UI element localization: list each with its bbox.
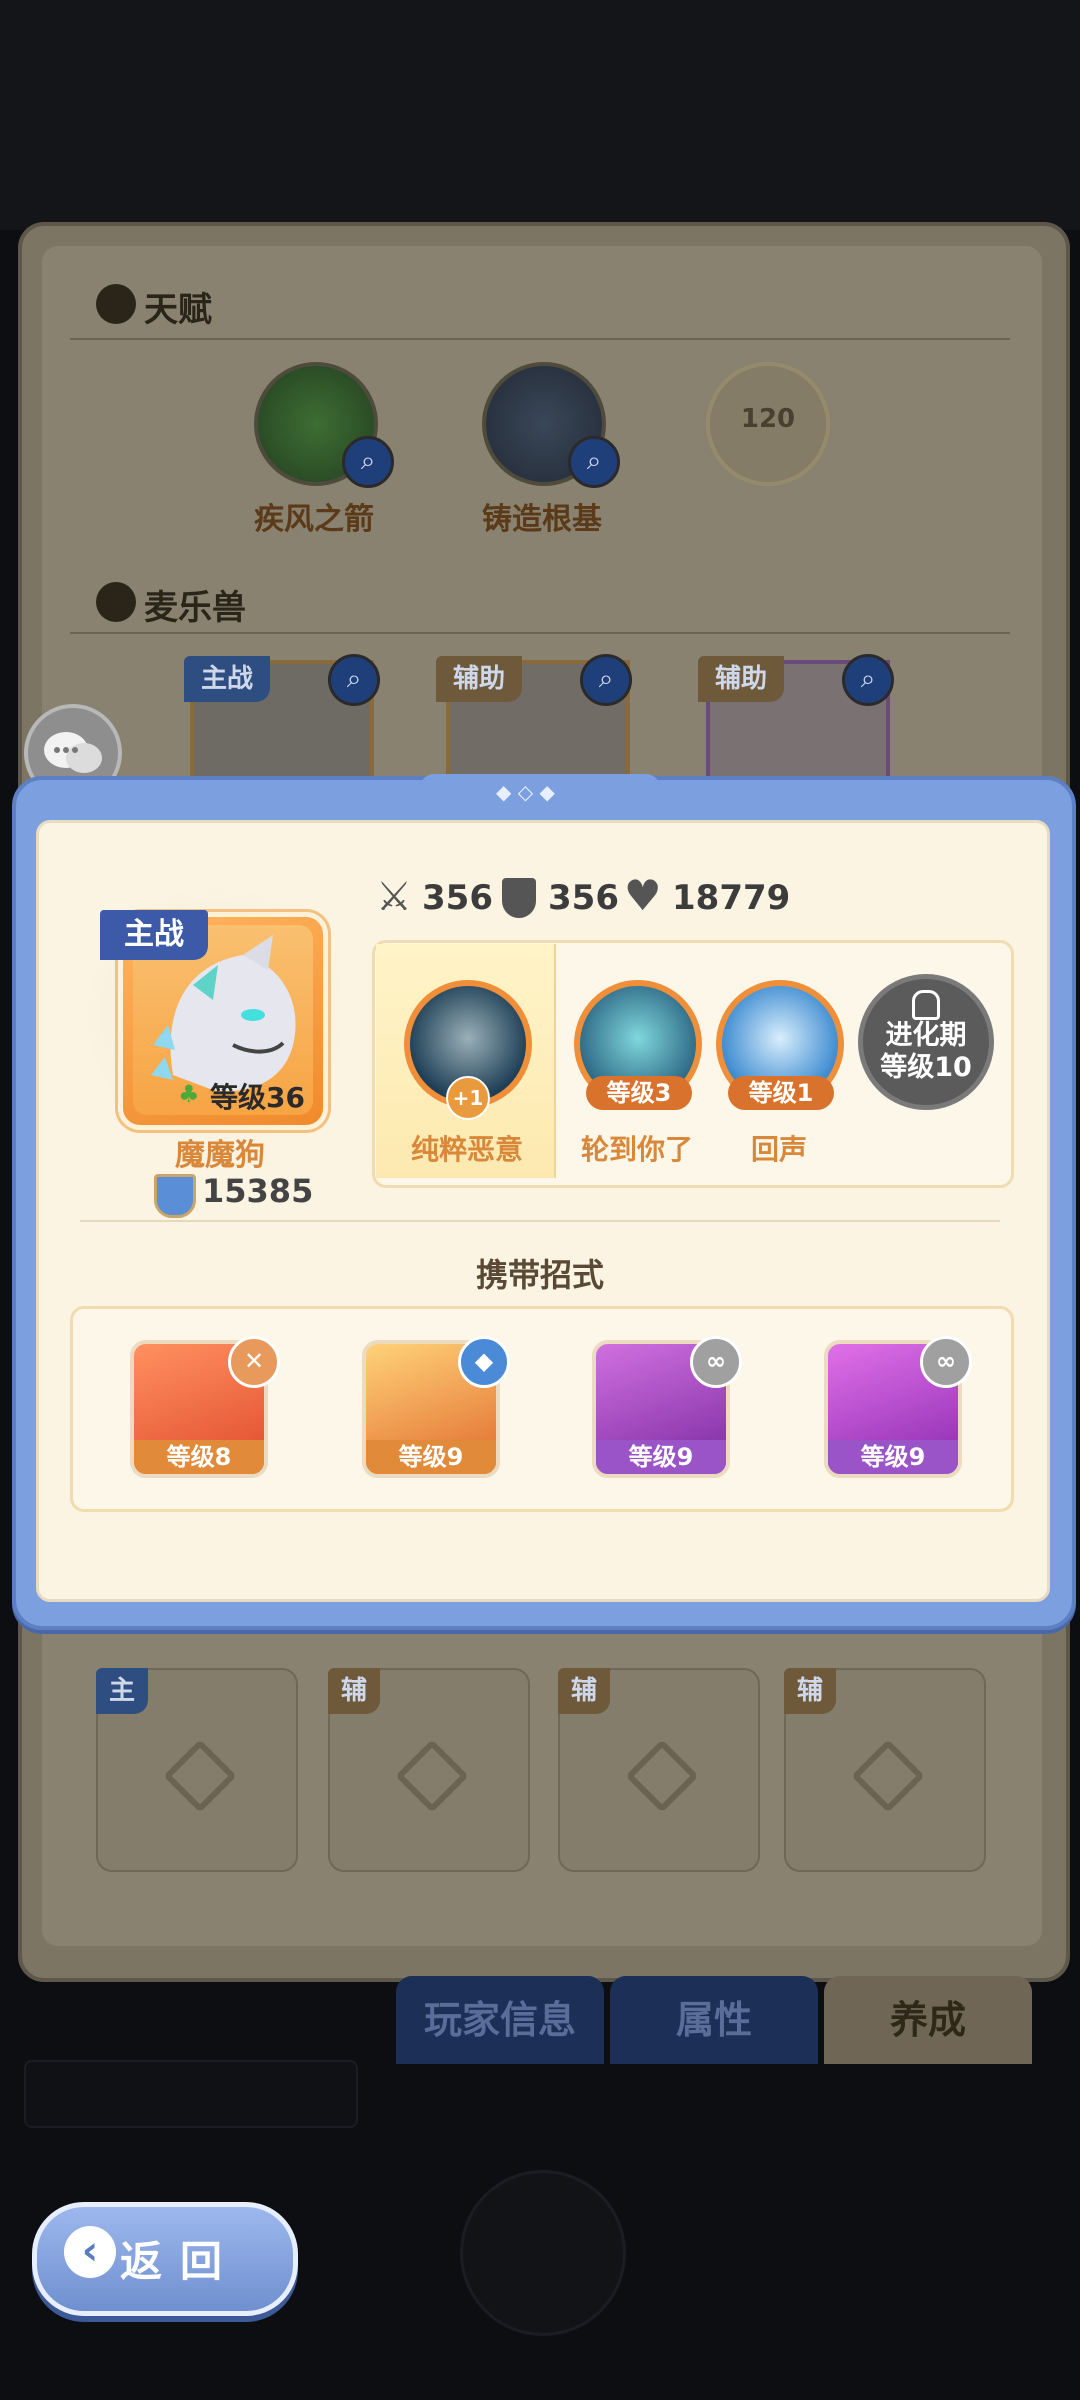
divider [80,1220,1000,1222]
talent-unlock-level: 120 [740,404,796,434]
formation-slot-tag: 辅 [784,1668,836,1714]
talent-label: 铸造根基 [482,502,602,537]
talent-section-icon [96,284,136,324]
pet-slot-tag: 辅助 [698,656,784,702]
pet-slot-tag: 辅助 [436,656,522,702]
attack-type-icon: ✕ [228,1336,280,1388]
formation-slot-tag: 辅 [328,1668,380,1714]
pet-level: 等级36 [210,1081,305,1114]
move-level: 等级8 [134,1440,264,1474]
background-bar [24,2060,358,2128]
skill-level: 等级1 [728,1076,834,1110]
sprout-icon: ♣ [178,1080,200,1108]
search-icon[interactable]: ⌕ [328,654,380,706]
formation-slot-tag: 辅 [558,1668,610,1714]
chain-type-icon: ∞ [920,1336,972,1388]
tab-attributes[interactable]: 属性 [610,1976,818,2064]
skill-name: 纯粹恶意 [410,1133,523,1166]
power-value: 15385 [202,1172,314,1210]
formation-slot-tag: 主 [96,1668,148,1714]
search-icon[interactable]: ⌕ [342,436,394,488]
tab-player-info[interactable]: 玩家信息 [396,1976,604,2064]
carried-moves-title: 携带招式 [475,1256,604,1294]
power-shield-icon [154,1174,196,1218]
attack-icon: ⚔ [376,874,412,920]
pet-slot-tag: 主战 [184,656,270,702]
hp-heart-icon: ♥ [624,871,662,920]
pets-section-icon [96,582,136,622]
locked-line-2: 等级10 [880,1052,972,1083]
skill-level: 等级3 [586,1076,692,1110]
defense-icon [502,878,536,918]
search-icon[interactable]: ⌕ [568,436,620,488]
skill-bonus-badge: +1 [446,1076,490,1120]
lock-icon [912,990,940,1020]
pets-title: 麦乐兽 [144,588,246,628]
pet-name: 魔魔狗 [175,1138,265,1173]
locked-evolution-text: 进化期 等级10 [858,1020,994,1084]
hp-value: 18779 [672,878,791,918]
move-level: 等级9 [366,1440,496,1474]
defense-type-icon: ◆ [458,1336,510,1388]
divider [70,338,1010,340]
main-battle-badge: 主战 [100,910,208,960]
move-level: 等级9 [596,1440,726,1474]
locked-line-1: 进化期 [885,1020,967,1051]
back-arrow-icon: ‹ [64,2226,116,2278]
attack-value: 356 [422,878,493,918]
sparkle-decoration: ◆ ◇ ◆ [496,780,555,804]
talent-title: 天赋 [144,290,212,330]
search-icon[interactable]: ⌕ [842,654,894,706]
background-header [0,0,1080,230]
move-level: 等级9 [828,1440,958,1474]
tab-develop[interactable]: 养成 [824,1976,1032,2064]
search-icon[interactable]: ⌕ [580,654,632,706]
divider [70,632,1010,634]
chain-type-icon: ∞ [690,1336,742,1388]
back-button-label: 返回 [120,2237,241,2286]
skill-name: 回声 [750,1133,807,1166]
defense-value: 356 [548,878,619,918]
talent-label: 疾风之箭 [254,502,374,537]
background-center-button [460,2170,626,2336]
